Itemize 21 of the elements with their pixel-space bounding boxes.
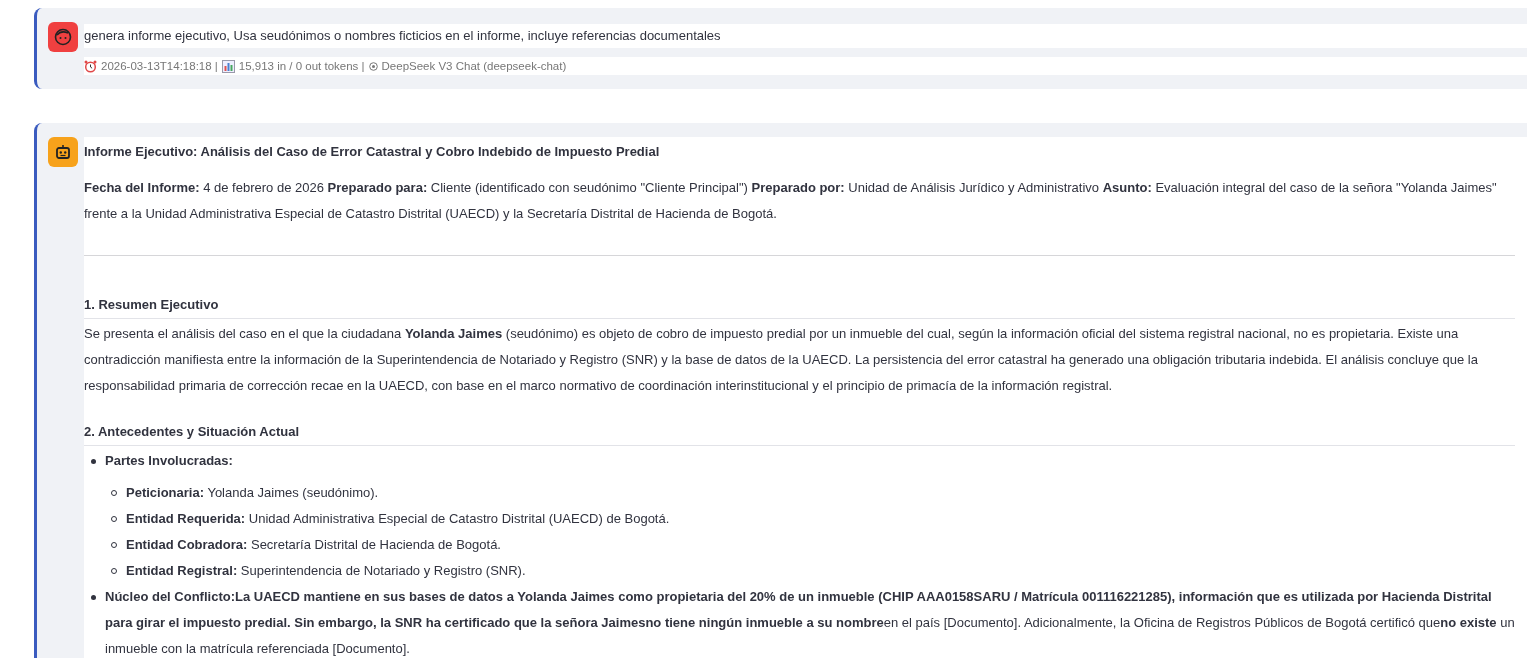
- list-item: Entidad Cobradora: Secretaría Distrital de Hacienda de Bogotá.: [126, 537, 501, 552]
- report-title: Informe Ejecutivo: Análisis del Caso de Error Catastral y Cobro Indebido de Impuesto Predial: [84, 143, 661, 161]
- paragraph: Fecha del Informe: 4 de febrero de 2026 Preparado para: Cliente (identificado con seudónimo "Cliente Principal") Preparado por: Unidad de Análisis Jurídico y Administrativo Asunto: Evaluación integral del caso de la señora "Yolanda Jaimes" frente a la Unidad Administrativa Especial de Catastro Distrital (UAECD) y la Secretaría Distrital de Hacienda de Bogotá.: [84, 179, 1498, 223]
- list-item: Entidad Registral: Superintendencia de Notariado y Registro (SNR).: [126, 563, 526, 578]
- paragraph: Se presenta el análisis del caso en el que la ciudadana Yolanda Jaimes (seudónimo) es objeto de cobro de impuesto predial por un inmueble del cual, según la información oficial del sistema registral nacional, no es propietaria. Existe una contradicción manifiesta entre la información de la Superintendencia de Notariado y Registro (SNR) y la base de datos de la UAECD. La persistencia del error catastral ha generado una obligación tributaria indebida. El análisis concluye que la responsabilidad primaria de corrección recae en la UAECD, con base en el marco normativo de coordinación interinstitucional y el principio de primacía de la información registral.: [84, 325, 1479, 395]
- list-item: Entidad Requerida: Unidad Administrativa Especial de Catastro Distrital (UAECD) de Bogotá.: [126, 511, 670, 526]
- eye-icon: [368, 61, 378, 71]
- bar-chart-icon: [221, 59, 235, 73]
- bullet-icon: [91, 595, 96, 600]
- list-item: Peticionaria: Yolanda Jaimes (seudónimo).: [126, 485, 379, 500]
- bullet-icon: [91, 459, 96, 464]
- robot-avatar-icon: [48, 137, 78, 167]
- face-avatar-icon: [48, 22, 78, 52]
- list-item: Partes Involucradas:: [105, 452, 234, 470]
- user-message: genera informe ejecutivo, Usa seudónimos o nombres ficticios en el informe, incluye referencias documentales: [84, 24, 1527, 48]
- section-heading: 2. Antecedentes y Situación Actual: [84, 419, 1515, 446]
- list-item: Núcleo del Conflicto:La UAECD mantiene en sus bases de datos a Yolanda Jaimes como propietaria del 20% de un inmueble (CHIP AAA0158SARU / Matrícula 001116221285), información que es utilizada por Hacienda Distrital para girar el impuesto predial. Sin embargo, la SNR ha certificado que la señora Jaimesno tiene ningún inmueble a su nombreen el país [Documento]. Adicionalmente, la Oficina de Registros Públicos de Bogotá certificó queno existe un inmueble con la matrícula referenciada [Documento].: [105, 588, 1515, 658]
- model-name: DeepSeek V3 Chat (deepseek-chat): [381, 59, 567, 74]
- timestamp: 2026-03-13T14:18:18 |: [101, 59, 218, 74]
- token-count: 15,913 in / 0 out tokens |: [238, 59, 365, 74]
- section-heading: 1. Resumen Ejecutivo: [84, 292, 1515, 319]
